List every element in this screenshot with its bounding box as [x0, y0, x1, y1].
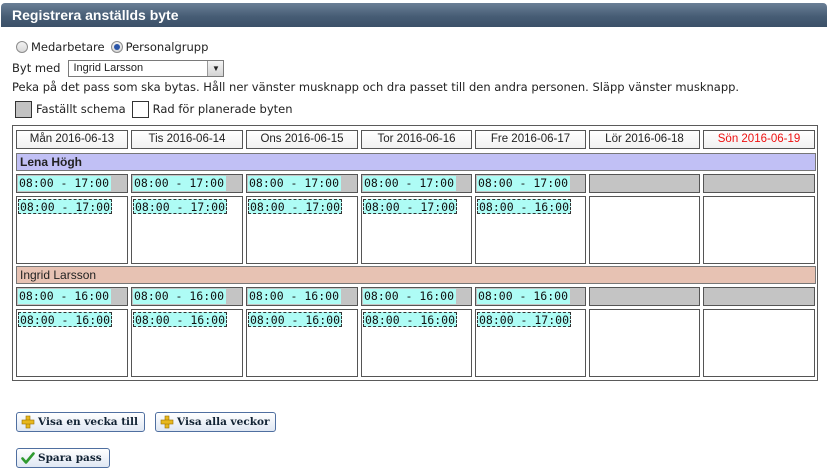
fixed-cell[interactable]: 08:00 - 16:00	[16, 287, 128, 306]
legend: Faställt schema Rad för planerade byten	[15, 100, 293, 118]
planned-cell[interactable]: 08:00 - 16:00	[246, 309, 358, 377]
schedule-grid: Mån 2016-06-13 Tis 2016-06-14 Ons 2016-0…	[12, 125, 818, 381]
fixed-cell[interactable]: 08:00 - 17:00	[246, 174, 358, 193]
fixed-schedule-swatch	[15, 100, 32, 118]
show-all-weeks-button[interactable]: Visa alla veckor	[155, 412, 276, 432]
day-header-sun: Sön 2016-06-19	[703, 130, 815, 149]
plus-icon	[21, 415, 35, 429]
window-title: Registrera anställds byte	[1, 3, 827, 27]
planned-cell[interactable]: 08:00 - 17:00	[475, 309, 586, 377]
fixed-cell[interactable]	[589, 174, 700, 193]
mode-radio-group: Medarbetare Personalgrupp	[16, 39, 214, 55]
planned-shift-block[interactable]: 08:00 - 17:00	[363, 199, 457, 214]
planned-cell[interactable]: 08:00 - 16:00	[131, 309, 243, 377]
shift-block[interactable]: 08:00 - 16:00	[133, 289, 226, 304]
planned-shift-block[interactable]: 08:00 - 16:00	[477, 199, 571, 214]
day-header-tue: Tis 2016-06-14	[131, 130, 243, 149]
plus-icon	[160, 415, 174, 429]
show-next-week-label: Visa en vecka till	[38, 416, 139, 428]
show-next-week-button[interactable]: Visa en vecka till	[16, 412, 145, 432]
planned-cell[interactable]	[589, 196, 700, 264]
fixed-cell[interactable]: 08:00 - 17:00	[361, 174, 472, 193]
day-header-wed: Ons 2016-06-15	[246, 130, 358, 149]
planned-cell[interactable]: 08:00 - 16:00	[475, 196, 586, 264]
swap-with-label: Byt med	[12, 61, 61, 75]
day-header-fri: Fre 2016-06-17	[475, 130, 586, 149]
planned-cell[interactable]: 08:00 - 17:00	[361, 196, 472, 264]
save-shift-button[interactable]: Spara pass	[16, 448, 110, 468]
day-header-mon: Mån 2016-06-13	[16, 130, 128, 149]
shift-block[interactable]: 08:00 - 17:00	[18, 176, 111, 191]
instructions-text: Peka på det pass som ska bytas. Håll ner…	[12, 80, 740, 94]
shift-block[interactable]: 08:00 - 16:00	[18, 289, 111, 304]
fixed-schedule-label: Faställt schema	[36, 102, 126, 116]
fixed-cell[interactable]: 08:00 - 16:00	[361, 287, 472, 306]
planned-cell[interactable]: 08:00 - 17:00	[16, 196, 128, 264]
planned-cell[interactable]	[589, 309, 700, 377]
planned-shift-block[interactable]: 08:00 - 16:00	[363, 312, 457, 327]
planned-swap-swatch	[131, 100, 149, 118]
radio-personalgrupp-label[interactable]: Personalgrupp	[126, 40, 209, 54]
day-header-sat: Lör 2016-06-18	[589, 130, 700, 149]
shift-block[interactable]: 08:00 - 16:00	[477, 289, 570, 304]
fixed-cell[interactable]: 08:00 - 17:00	[16, 174, 128, 193]
checkmark-icon	[21, 452, 35, 464]
fixed-cell[interactable]: 08:00 - 16:00	[475, 287, 586, 306]
shift-block[interactable]: 08:00 - 16:00	[363, 289, 456, 304]
shift-block[interactable]: 08:00 - 17:00	[248, 176, 341, 191]
radio-medarbetare[interactable]	[16, 41, 28, 53]
planned-cell[interactable]: 08:00 - 16:00	[16, 309, 128, 377]
planned-cell[interactable]	[703, 309, 815, 377]
planned-shift-block[interactable]: 08:00 - 17:00	[133, 199, 227, 214]
shift-block[interactable]: 08:00 - 17:00	[477, 176, 570, 191]
fixed-cell[interactable]: 08:00 - 16:00	[131, 287, 243, 306]
person-row-ingrid-larsson: Ingrid Larsson	[16, 266, 816, 284]
planned-shift-block[interactable]: 08:00 - 17:00	[248, 199, 342, 214]
shift-block[interactable]: 08:00 - 17:00	[363, 176, 456, 191]
planned-cell[interactable]	[703, 196, 815, 264]
planned-shift-block[interactable]: 08:00 - 16:00	[248, 312, 342, 327]
shift-block[interactable]: 08:00 - 16:00	[248, 289, 341, 304]
shift-block[interactable]: 08:00 - 17:00	[133, 176, 226, 191]
save-shift-label: Spara pass	[38, 452, 102, 464]
radio-medarbetare-label[interactable]: Medarbetare	[31, 40, 105, 54]
show-all-weeks-label: Visa alla veckor	[177, 416, 270, 428]
fixed-cell[interactable]: 08:00 - 16:00	[246, 287, 358, 306]
swap-with-select[interactable]: Ingrid Larsson ▼	[68, 59, 225, 77]
day-header-thu: Tor 2016-06-16	[361, 130, 472, 149]
fixed-cell[interactable]: 08:00 - 17:00	[475, 174, 586, 193]
radio-personalgrupp[interactable]	[110, 41, 123, 53]
planned-cell[interactable]: 08:00 - 17:00	[131, 196, 243, 264]
planned-swap-label: Rad för planerade byten	[152, 102, 293, 116]
fixed-cell[interactable]: 08:00 - 17:00	[131, 174, 243, 193]
planned-cell[interactable]: 08:00 - 16:00	[361, 309, 472, 377]
planned-shift-block[interactable]: 08:00 - 16:00	[133, 312, 227, 327]
fixed-cell[interactable]	[703, 287, 815, 306]
fixed-cell[interactable]	[589, 287, 700, 306]
swap-with-row: Byt med Ingrid Larsson ▼	[12, 59, 225, 77]
swap-with-value: Ingrid Larsson	[73, 61, 144, 74]
planned-shift-block[interactable]: 08:00 - 17:00	[477, 312, 571, 327]
planned-cell[interactable]: 08:00 - 17:00	[246, 196, 358, 264]
planned-shift-block[interactable]: 08:00 - 16:00	[18, 312, 112, 327]
fixed-cell[interactable]	[703, 174, 815, 193]
person-row-lena-hogh: Lena Högh	[16, 153, 816, 171]
planned-shift-block[interactable]: 08:00 - 17:00	[18, 199, 112, 214]
chevron-down-icon[interactable]: ▼	[207, 60, 224, 76]
